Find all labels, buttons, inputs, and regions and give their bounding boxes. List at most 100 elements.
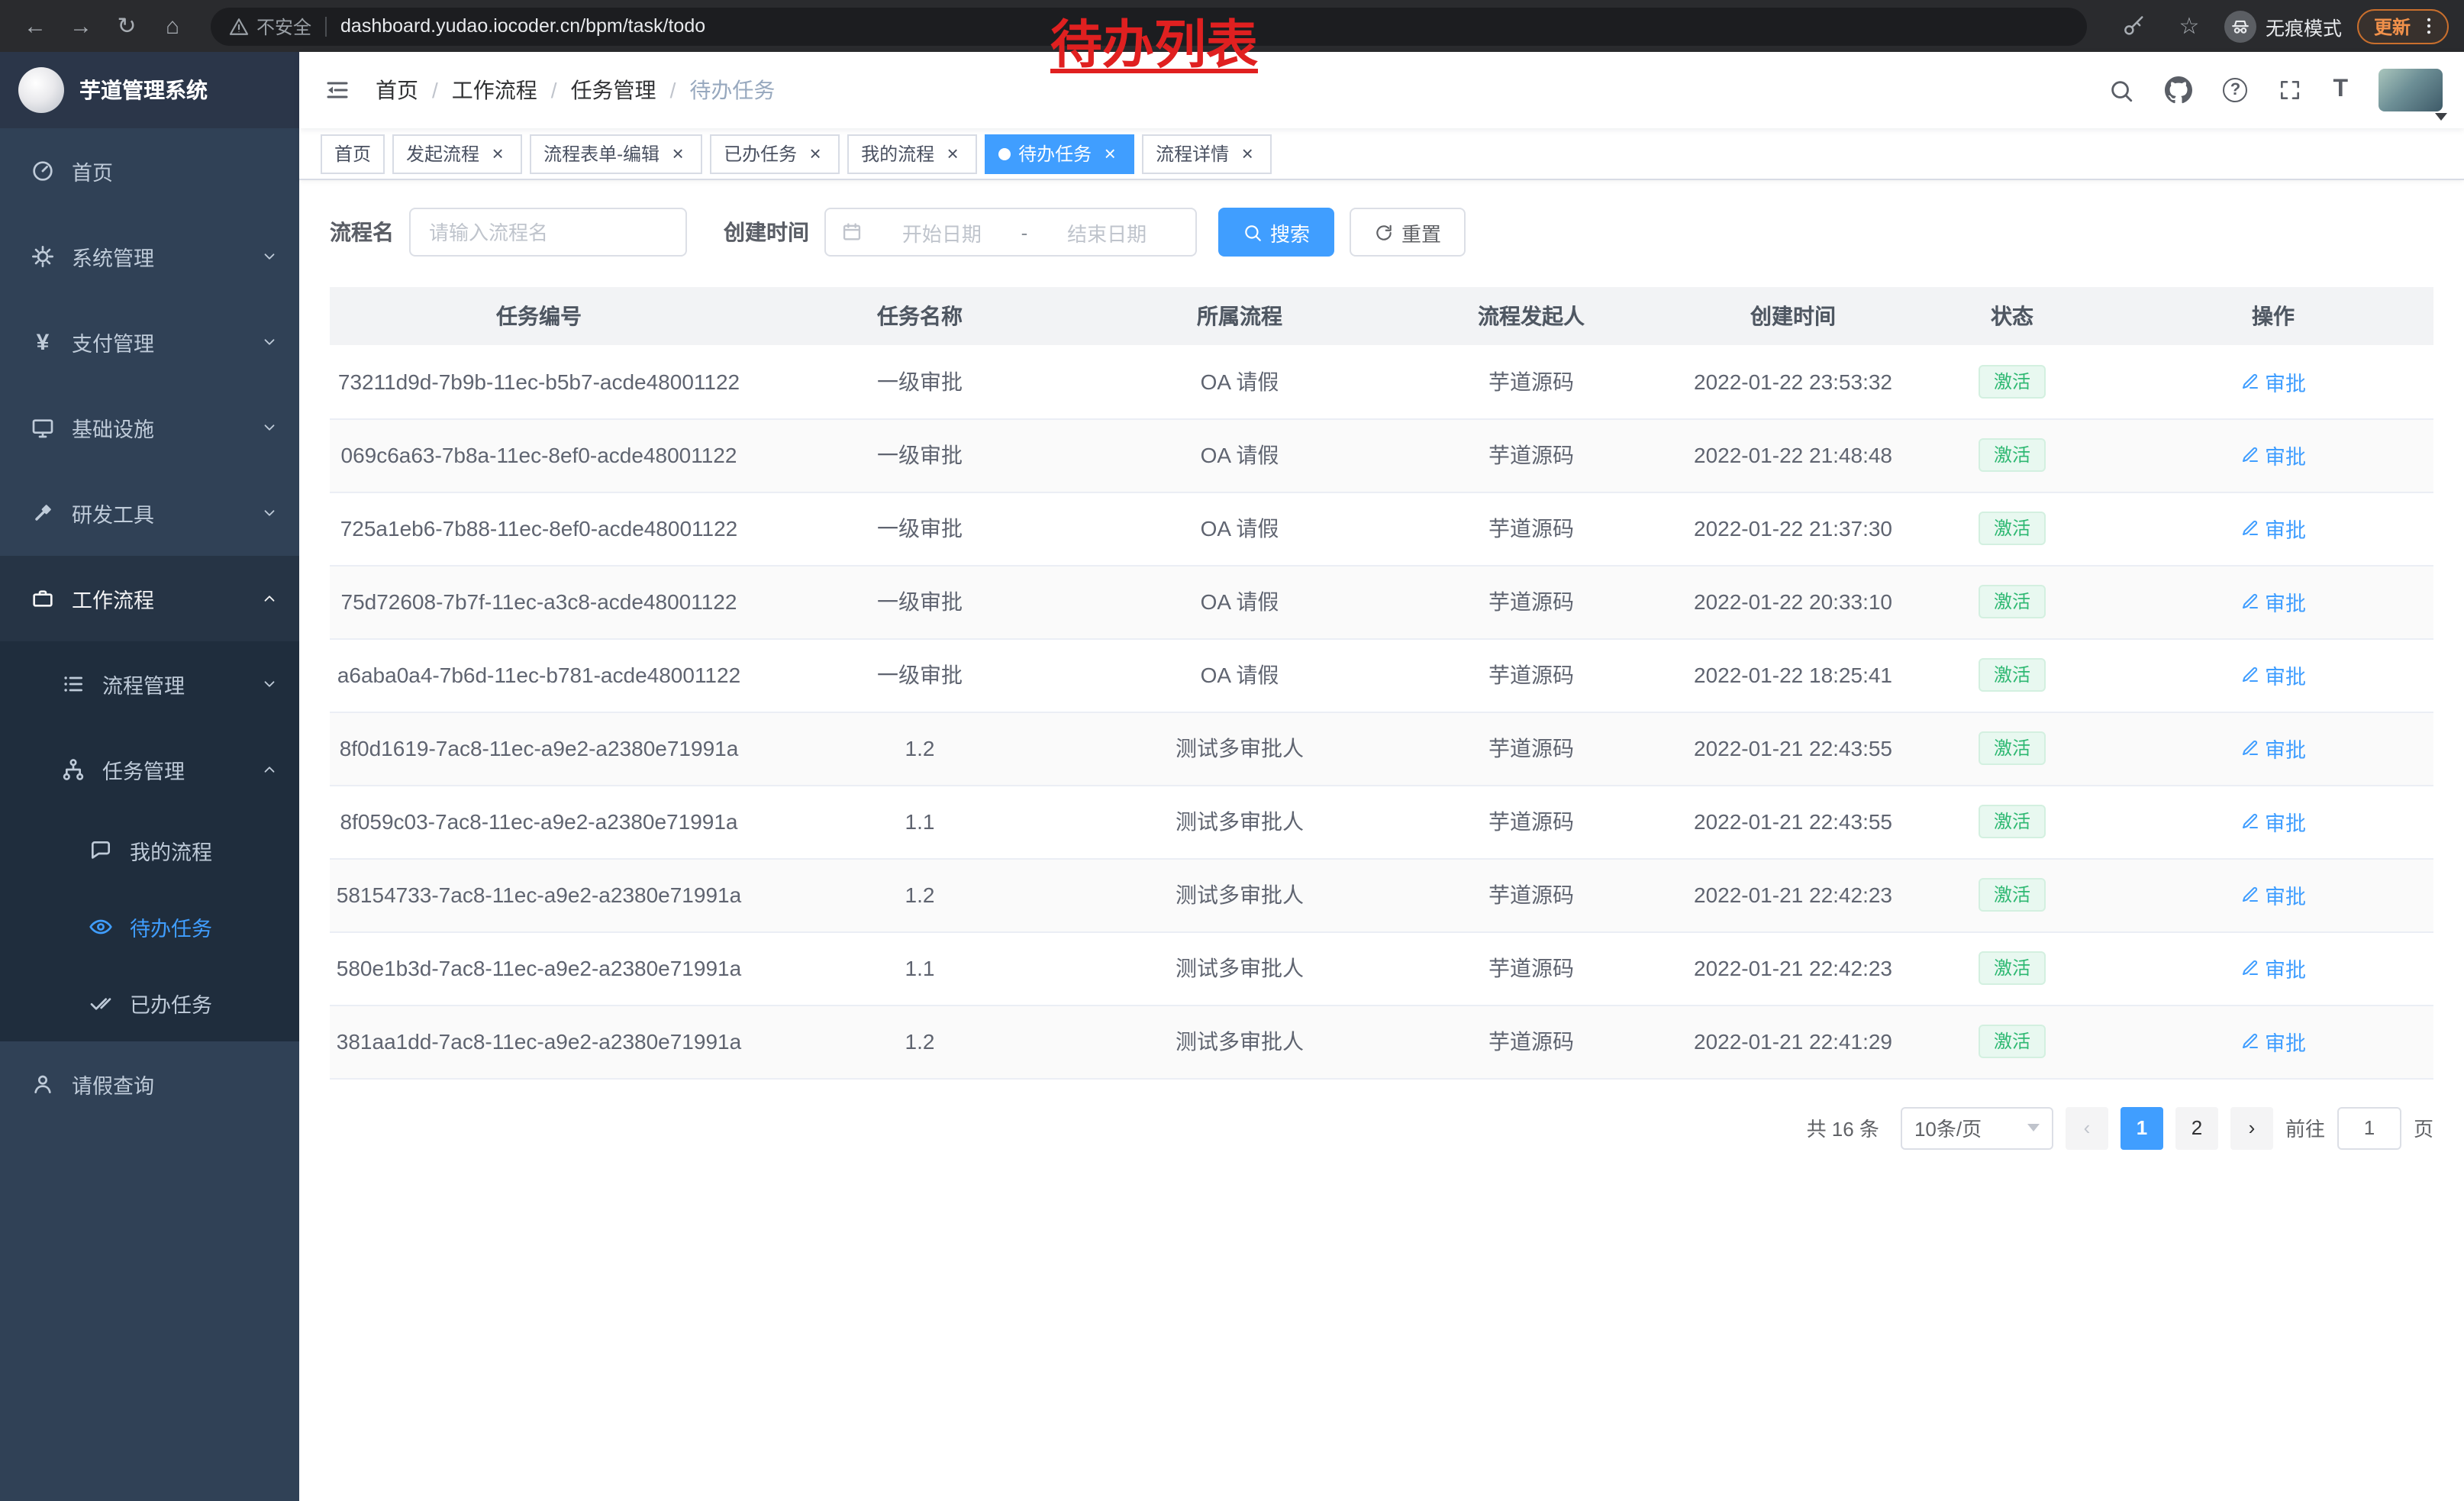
approve-link[interactable]: 审批 (2240, 366, 2306, 397)
reload-icon: ↻ (117, 12, 136, 40)
process-name-input[interactable] (409, 208, 687, 257)
app-logo[interactable]: 芋道管理系统 (0, 52, 299, 128)
eye-icon (89, 915, 113, 939)
pencil-icon (2240, 959, 2259, 977)
breadcrumb-home[interactable]: 首页 (376, 75, 418, 105)
tab[interactable]: 我的流程 × (847, 134, 977, 173)
monitor-icon (31, 415, 55, 440)
fullscreen-icon[interactable] (2278, 78, 2302, 102)
approve-link[interactable]: 审批 (2240, 880, 2306, 910)
tab[interactable]: 发起流程 × (392, 134, 522, 173)
sidebar-item-process-management[interactable]: 流程管理 (0, 641, 299, 727)
status-badge: 激活 (1979, 1025, 2046, 1058)
search-button[interactable]: 搜索 (1218, 208, 1334, 257)
avatar-image (2379, 69, 2443, 111)
tab-close-icon[interactable]: × (942, 143, 963, 164)
yen-icon: ¥ (31, 329, 55, 355)
cell-starter: 芋道源码 (1388, 858, 1675, 931)
page-button-1[interactable]: 1 (2121, 1106, 2163, 1149)
browser-home-button[interactable]: ⌂ (153, 6, 192, 46)
cell-status: 激活 (1911, 345, 2113, 418)
next-page-button[interactable]: › (2230, 1106, 2273, 1149)
cell-status: 激活 (1911, 492, 2113, 565)
cell-status: 激活 (1911, 858, 2113, 931)
approve-link[interactable]: 审批 (2240, 660, 2306, 690)
logo-avatar-image (18, 67, 64, 113)
breadcrumb-task-management[interactable]: 任务管理 (571, 75, 656, 105)
user-avatar[interactable] (2379, 69, 2443, 111)
tab[interactable]: 已办任务 × (710, 134, 840, 173)
sidebar-item-done-tasks[interactable]: 已办任务 (0, 965, 299, 1041)
calendar-icon (841, 221, 863, 243)
approve-link[interactable]: 审批 (2240, 953, 2306, 983)
browser-back-button[interactable]: ← (15, 6, 55, 46)
approve-link[interactable]: 审批 (2240, 1026, 2306, 1057)
approve-link[interactable]: 审批 (2240, 513, 2306, 544)
sidebar-toggle-button[interactable] (299, 52, 376, 128)
approve-link[interactable]: 审批 (2240, 440, 2306, 470)
sidebar-item-label: 研发工具 (72, 498, 154, 528)
page-unit-label: 页 (2414, 1113, 2433, 1142)
goto-page-input[interactable] (2337, 1106, 2401, 1149)
tab[interactable]: 首页 (321, 134, 385, 173)
reset-button[interactable]: 重置 (1350, 208, 1466, 257)
prev-page-button[interactable]: ‹ (2066, 1106, 2108, 1149)
browser-forward-button[interactable]: → (61, 6, 101, 46)
approve-link-label: 审批 (2265, 440, 2306, 470)
tab-close-icon[interactable]: × (805, 143, 826, 164)
briefcase-icon (31, 586, 55, 611)
cell-process: OA 请假 (1092, 565, 1388, 638)
kebab-menu-icon[interactable] (2418, 15, 2440, 37)
sidebar-item-task-management[interactable]: 任务管理 (0, 727, 299, 812)
approve-link-label: 审批 (2265, 1026, 2306, 1057)
date-range-picker[interactable]: 开始日期 - 结束日期 (824, 208, 1197, 257)
sidebar-item-my-process[interactable]: 我的流程 (0, 812, 299, 889)
tab[interactable]: 待办任务 × (985, 134, 1134, 173)
font-size-icon[interactable]: T (2333, 76, 2348, 104)
help-icon[interactable]: ? (2223, 78, 2247, 102)
approve-link[interactable]: 审批 (2240, 733, 2306, 763)
cell-task-id: 73211d9d-7b9b-11ec-b5b7-acde48001122 (330, 345, 748, 418)
sidebar-item-infrastructure[interactable]: 基础设施 (0, 385, 299, 470)
search-icon[interactable] (2108, 77, 2134, 103)
sidebar-item-leave-query[interactable]: 请假查询 (0, 1041, 299, 1127)
browser-reload-button[interactable]: ↻ (107, 6, 147, 46)
warning-icon (229, 16, 249, 36)
search-button-label: 搜索 (1270, 218, 1310, 247)
tab[interactable]: 流程详情 × (1142, 134, 1272, 173)
start-date-placeholder: 开始日期 (869, 218, 1015, 247)
cell-status: 激活 (1911, 785, 2113, 858)
breadcrumb-workflow[interactable]: 工作流程 (452, 75, 537, 105)
tab-close-icon[interactable]: × (1237, 143, 1258, 164)
page-button-2[interactable]: 2 (2175, 1106, 2218, 1149)
github-icon[interactable] (2165, 76, 2192, 104)
sidebar-item-home[interactable]: 首页 (0, 128, 299, 214)
tab-close-icon[interactable]: × (667, 143, 689, 164)
sidebar-item-devtools[interactable]: 研发工具 (0, 470, 299, 556)
breadcrumb-separator: / (551, 78, 557, 102)
password-key-icon[interactable] (2114, 6, 2154, 46)
approve-link[interactable]: 审批 (2240, 806, 2306, 837)
sidebar-item-workflow[interactable]: 工作流程 (0, 556, 299, 641)
tab-close-icon[interactable]: × (487, 143, 508, 164)
page-size-select[interactable]: 10条/页 (1901, 1106, 2053, 1149)
sidebar-item-label: 首页 (72, 156, 113, 186)
col-header-starter: 流程发起人 (1388, 287, 1675, 345)
sidebar-item-payment[interactable]: ¥ 支付管理 (0, 299, 299, 385)
approve-link-label: 审批 (2265, 586, 2306, 617)
tab-close-icon[interactable]: × (1099, 143, 1121, 164)
cell-create-time: 2022-01-21 22:43:55 (1675, 785, 1911, 858)
cell-task-name: 1.2 (748, 712, 1092, 785)
tab[interactable]: 流程表单-编辑 × (530, 134, 702, 173)
sidebar-item-todo-tasks[interactable]: 待办任务 (0, 889, 299, 965)
url-text: dashboard.yudao.iocoder.cn/bpm/task/todo (340, 15, 705, 37)
total-count: 共 16 条 (1807, 1113, 1879, 1142)
approve-link[interactable]: 审批 (2240, 586, 2306, 617)
user-icon (31, 1072, 55, 1096)
sidebar-item-system[interactable]: 系统管理 (0, 214, 299, 299)
approve-link-label: 审批 (2265, 880, 2306, 910)
bookmark-star-icon[interactable]: ☆ (2169, 6, 2209, 46)
chevron-down-icon (261, 248, 278, 265)
cell-starter: 芋道源码 (1388, 345, 1675, 418)
browser-update-button[interactable]: 更新 (2357, 8, 2449, 44)
